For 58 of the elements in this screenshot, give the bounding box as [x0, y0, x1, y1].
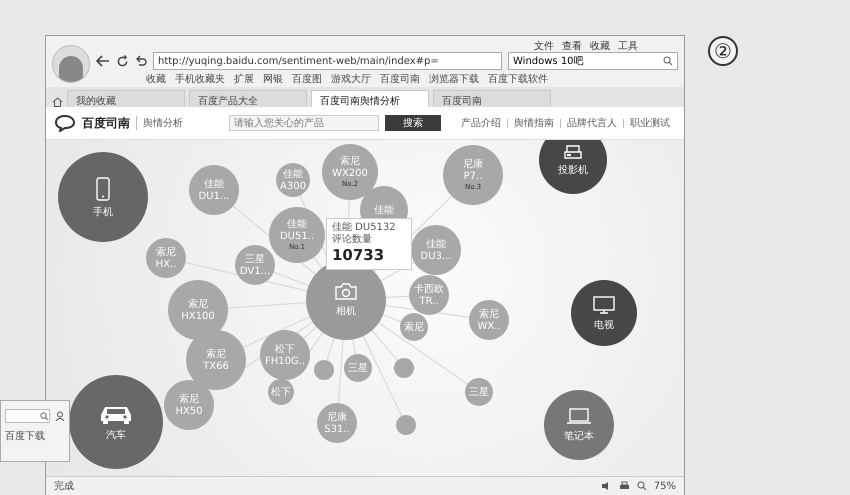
home-icon[interactable]	[52, 97, 63, 107]
connector-line	[352, 339, 356, 354]
bookmark-item[interactable]: 游戏大厅	[331, 72, 371, 86]
menu-item[interactable]: 查看	[562, 39, 582, 51]
address-field[interactable]: http://yuqing.baidu.com/sentiment-web/main/index#p=	[153, 52, 502, 70]
avatar-icon[interactable]	[52, 45, 90, 83]
browser-tab[interactable]: 百度司南舆情分析	[311, 90, 429, 107]
monitor-icon	[593, 296, 615, 314]
browser-search-field[interactable]: Windows 10吧	[508, 52, 678, 70]
phone-icon	[96, 176, 110, 200]
zoom-level[interactable]: 75%	[654, 480, 676, 492]
connector-line	[326, 338, 335, 361]
nav-link[interactable]: 品牌代言人	[567, 116, 617, 130]
connector-line	[386, 296, 410, 298]
browser-tab[interactable]: 百度司南	[433, 90, 551, 107]
menu-item[interactable]: 文件	[534, 39, 554, 51]
connector-line	[338, 340, 344, 404]
product-search-field[interactable]: 请输入您关心的产品	[229, 115, 379, 131]
search-field[interactable]	[5, 409, 50, 423]
status-text: 完成	[54, 480, 74, 493]
section-title: 舆情分析	[136, 116, 183, 130]
browser-tab[interactable]: 百度产品大全	[189, 90, 307, 107]
bookmark-item[interactable]: 百度下载软件	[488, 72, 548, 86]
nav-link[interactable]: 职业测试	[630, 116, 670, 130]
device-icon	[564, 144, 582, 158]
user-icon[interactable]	[55, 411, 65, 421]
bookmark-item[interactable]: 百度图	[292, 72, 322, 86]
category-bubble[interactable]: 投影机	[539, 140, 607, 194]
menu-item[interactable]: 收藏	[590, 39, 610, 51]
nav-link[interactable]: 产品介绍	[461, 116, 501, 130]
bookmark-item[interactable]: 网银	[263, 72, 283, 86]
bookmark-item[interactable]: 浏览器下载	[429, 72, 479, 86]
site-logo[interactable]: 百度司南	[82, 114, 130, 132]
tooltip-label: 评论数量	[332, 234, 373, 246]
category-bubble[interactable]: 手机	[58, 152, 148, 242]
category-bubble[interactable]: 汽车	[69, 375, 163, 469]
search-icon[interactable]	[663, 56, 673, 66]
zoom-icon[interactable]	[636, 481, 647, 491]
camera-icon	[335, 283, 357, 300]
category-bubble[interactable]: 电视	[571, 280, 637, 346]
menu-item[interactable]: 工具	[618, 39, 638, 51]
logo-icon	[54, 114, 76, 132]
bookmark-item[interactable]: 手机收藏夹	[175, 72, 225, 86]
category-bubble[interactable]: 笔记本	[544, 390, 614, 460]
search-button[interactable]: 搜索	[385, 115, 441, 131]
nav-link[interactable]: 舆情指南	[514, 116, 554, 130]
figure-number: ②	[708, 36, 738, 66]
refresh-icon[interactable]	[116, 54, 129, 68]
bookmark-item[interactable]: 扩展	[234, 72, 254, 86]
back-icon[interactable]	[96, 55, 110, 67]
bookmark-link[interactable]: 百度下载	[5, 429, 65, 443]
bookmark-item[interactable]: 收藏	[146, 72, 166, 86]
laptop-icon	[566, 408, 592, 425]
browser-tab[interactable]: 我的收藏	[67, 90, 185, 107]
bookmark-item[interactable]: 百度司南	[380, 72, 420, 86]
search-icon	[40, 412, 49, 420]
printer-icon[interactable]	[618, 481, 630, 491]
undo-icon[interactable]	[135, 55, 147, 67]
